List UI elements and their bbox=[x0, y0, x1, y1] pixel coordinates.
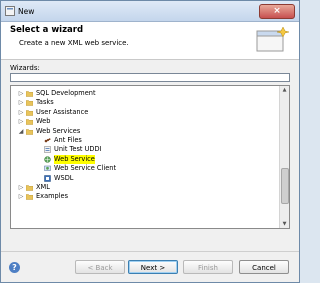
help-icon[interactable]: ? bbox=[9, 262, 20, 273]
tree-item-label: Tasks bbox=[36, 98, 54, 107]
folder-icon bbox=[25, 193, 34, 201]
scrollbar-thumb[interactable] bbox=[281, 168, 289, 204]
collapsed-toggle-icon[interactable]: ▷ bbox=[17, 108, 25, 117]
expanded-toggle-icon[interactable]: ◢ bbox=[17, 127, 25, 136]
collapsed-toggle-icon[interactable]: ▷ bbox=[17, 117, 25, 126]
tree-item-label: SQL Development bbox=[36, 89, 96, 97]
footer-divider bbox=[1, 251, 299, 252]
new-wizard-window: New × Select a wizard Create a new XML w… bbox=[0, 0, 300, 283]
collapsed-toggle-icon[interactable]: ▷ bbox=[17, 183, 25, 192]
next-button[interactable]: Next > bbox=[128, 260, 178, 274]
wizard-tree: ▷ SQL Development ▷ Tasks ▷ User Assistance ▷ W… bbox=[10, 85, 290, 229]
title-bar[interactable]: New × bbox=[1, 1, 299, 22]
web-service-client-icon bbox=[44, 165, 51, 172]
folder-icon bbox=[25, 90, 34, 97]
tree-item-label: User Assistance bbox=[36, 107, 89, 116]
page-title: Select a wizard bbox=[10, 25, 84, 35]
wsdl-icon bbox=[44, 174, 51, 182]
uddi-icon bbox=[44, 146, 51, 154]
tree-item-label: Web bbox=[36, 117, 51, 126]
tree-item-label: Web Service bbox=[54, 154, 95, 164]
collapsed-toggle-icon[interactable]: ▷ bbox=[17, 89, 25, 98]
tree-item-label: WSDL bbox=[54, 173, 74, 182]
tree-item-label: XML bbox=[36, 183, 50, 191]
collapsed-toggle-icon[interactable]: ▷ bbox=[17, 192, 25, 201]
folder-icon bbox=[25, 109, 34, 116]
collapsed-toggle-icon[interactable]: ▷ bbox=[17, 98, 25, 107]
scroll-up-icon[interactable]: ▲ bbox=[280, 86, 289, 94]
tree-item-label: Unit Test UDDI bbox=[54, 145, 102, 154]
folder-icon bbox=[25, 99, 34, 107]
wizard-banner: Select a wizard Create a new XML web ser… bbox=[1, 22, 299, 60]
back-button[interactable]: < Back bbox=[75, 260, 125, 274]
eclipse-app-icon bbox=[5, 6, 15, 16]
web-service-icon bbox=[44, 156, 51, 163]
folder-icon bbox=[25, 118, 34, 125]
tree-item-label: Examples bbox=[36, 192, 69, 201]
folder-icon bbox=[25, 128, 34, 135]
tree-item-label: Ant Files bbox=[54, 136, 82, 144]
new-wizard-icon bbox=[256, 26, 289, 52]
finish-button[interactable]: Finish bbox=[183, 260, 233, 274]
scroll-down-icon[interactable]: ▼ bbox=[280, 220, 289, 228]
window-title: New bbox=[18, 7, 35, 16]
wizards-label: Wizards: bbox=[10, 64, 40, 72]
tree-item-label: Web Services bbox=[36, 126, 81, 135]
vertical-scrollbar[interactable]: ▲ ▼ bbox=[279, 86, 289, 228]
page-description: Create a new XML web service. bbox=[19, 39, 129, 47]
tree-item-label: Web Service Client bbox=[54, 164, 117, 173]
folder-icon bbox=[25, 184, 34, 191]
close-button[interactable]: × bbox=[259, 4, 295, 19]
cancel-button[interactable]: Cancel bbox=[239, 260, 289, 274]
wizard-filter-input[interactable] bbox=[10, 73, 290, 82]
ant-file-icon bbox=[44, 137, 51, 144]
